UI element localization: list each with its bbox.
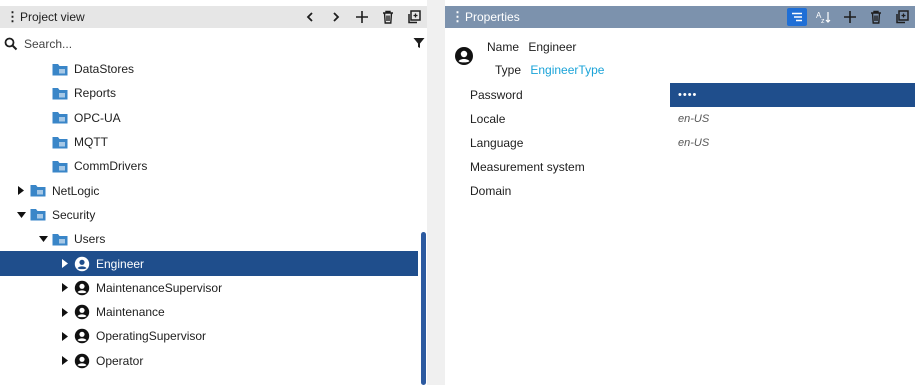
tree-item-opc-ua[interactable]: OPC-UA (0, 106, 418, 130)
project-view-titlebar: ⋮ Project view (0, 6, 427, 28)
type-key: Type (495, 63, 522, 77)
expand-arrow-icon[interactable] (60, 307, 70, 317)
copy-icon[interactable] (401, 6, 427, 28)
tree-item-engineer[interactable]: Engineer (0, 251, 418, 276)
properties-panel: ⋮ Properties Az Name Engineer Type Engin… (445, 0, 915, 385)
panel-splitter[interactable] (427, 0, 445, 385)
property-value[interactable]: •••• (678, 89, 697, 101)
tree-item-label: MaintenanceSupervisor (96, 280, 223, 295)
expand-arrow-icon[interactable] (60, 259, 70, 269)
tree-item-label: Maintenance (96, 305, 165, 320)
tree-item-label: Operator (96, 353, 144, 368)
name-value[interactable]: Engineer (528, 40, 576, 54)
properties-title: Properties (465, 10, 520, 24)
name-key: Name (487, 40, 520, 54)
tree-item-security[interactable]: Security (0, 203, 418, 227)
tree-item-users[interactable]: Users (0, 227, 418, 251)
expand-arrow-icon[interactable] (60, 283, 70, 293)
project-view-title: Project view (20, 10, 85, 24)
user-icon (74, 328, 96, 344)
property-key: Measurement system (470, 160, 585, 174)
tree-item-operatingsupervisor[interactable]: OperatingSupervisor (0, 324, 418, 348)
chevron-right-icon[interactable] (323, 6, 349, 28)
drag-grip-icon[interactable]: ⋮ (451, 9, 464, 25)
chevron-left-icon[interactable] (297, 6, 323, 28)
tree-item-datastores[interactable]: DataStores (0, 57, 418, 81)
add-icon[interactable] (349, 6, 375, 28)
tree-scrollbar[interactable] (421, 232, 426, 385)
property-row-measurement-system[interactable]: Measurement system (445, 155, 915, 179)
delete-icon[interactable] (375, 6, 401, 28)
tree-item-label: OPC-UA (74, 110, 121, 125)
folder-icon (52, 136, 74, 149)
tree-item-reports[interactable]: Reports (0, 81, 418, 105)
folder-icon (52, 160, 74, 173)
expand-arrow-icon[interactable] (60, 331, 70, 341)
property-row-password[interactable]: Password •••• (445, 83, 915, 107)
add-icon[interactable] (837, 6, 863, 28)
tree-item-label: Security (52, 207, 96, 222)
tree-item-label: DataStores (74, 62, 135, 77)
property-key: Language (470, 136, 524, 150)
project-view-panel: ⋮ Project view DataStores Reports OPC-UA MQ… (0, 0, 427, 385)
project-tree: DataStores Reports OPC-UA MQTT CommDrivers Ne… (0, 57, 418, 373)
folder-icon (52, 63, 74, 76)
user-icon (74, 353, 96, 369)
tree-item-label: Engineer (96, 256, 145, 271)
type-link[interactable]: EngineerType (530, 63, 604, 77)
property-value[interactable]: en-US (678, 137, 709, 149)
user-icon (74, 280, 96, 296)
filter-lines-icon[interactable] (787, 8, 807, 26)
property-key: Locale (470, 112, 506, 126)
property-value[interactable]: en-US (678, 113, 709, 125)
filter-icon[interactable] (413, 37, 425, 49)
sort-alpha-icon[interactable]: Az (811, 6, 837, 28)
tree-item-operator[interactable]: Operator (0, 349, 418, 373)
tree-item-label: OperatingSupervisor (96, 329, 207, 344)
tree-item-mqtt[interactable]: MQTT (0, 130, 418, 154)
tree-item-commdrivers[interactable]: CommDrivers (0, 154, 418, 178)
copy-icon[interactable] (889, 6, 915, 28)
tree-item-label: NetLogic (52, 183, 100, 198)
tree-item-label: MQTT (74, 135, 108, 150)
properties-titlebar: ⋮ Properties Az (445, 6, 915, 28)
folder-icon (52, 233, 74, 246)
collapse-arrow-icon[interactable] (38, 234, 48, 244)
folder-icon (30, 208, 52, 221)
tree-item-maintenancesupervisor[interactable]: MaintenanceSupervisor (0, 276, 418, 300)
search-icon (4, 37, 18, 51)
property-row-language[interactable]: Language en-US (445, 131, 915, 155)
folder-icon (52, 87, 74, 100)
tree-item-maintenance[interactable]: Maintenance (0, 300, 418, 324)
property-row-locale[interactable]: Locale en-US (445, 107, 915, 131)
drag-grip-icon[interactable]: ⋮ (6, 9, 19, 25)
tree-item-label: Users (74, 232, 106, 247)
expand-arrow-icon[interactable] (16, 186, 26, 196)
user-icon (74, 304, 96, 320)
folder-icon (30, 184, 52, 197)
expand-arrow-icon[interactable] (60, 356, 70, 366)
tree-item-label: Reports (74, 86, 117, 101)
collapse-arrow-icon[interactable] (16, 210, 26, 220)
object-header: Name Engineer Type EngineerType (445, 32, 915, 80)
search-bar (0, 32, 427, 56)
tree-item-netlogic[interactable]: NetLogic (0, 178, 418, 202)
svg-text:z: z (821, 18, 825, 24)
property-key: Domain (470, 184, 512, 198)
tree-item-label: CommDrivers (74, 159, 148, 174)
property-row-domain[interactable]: Domain (445, 179, 915, 203)
folder-icon (52, 111, 74, 124)
properties-list: Password •••• Locale en-US Language en-US Meas… (445, 83, 915, 203)
user-icon (455, 47, 473, 65)
property-key: Password (470, 88, 523, 102)
delete-icon[interactable] (863, 6, 889, 28)
search-input[interactable] (24, 37, 384, 51)
user-icon (74, 256, 96, 272)
property-value-selection[interactable] (670, 83, 915, 107)
